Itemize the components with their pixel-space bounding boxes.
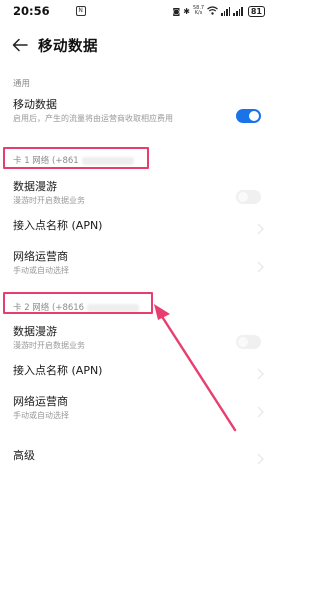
sim2-roaming-title: 数据漫游 bbox=[13, 325, 57, 338]
sim2-apn-title: 接入点名称 (APN) bbox=[13, 364, 103, 377]
sim1-roaming-description: 漫游时开启数据业务 bbox=[13, 196, 85, 205]
advanced-title: 高级 bbox=[13, 449, 35, 462]
sim1-operator-description: 手动或自动选择 bbox=[13, 266, 69, 275]
sim1-roaming-title: 数据漫游 bbox=[13, 180, 57, 193]
bluetooth-icon: ✱ bbox=[183, 6, 190, 16]
advanced-row[interactable]: 高级 bbox=[0, 449, 275, 469]
status-time: 20:56 bbox=[13, 4, 50, 18]
chevron-right-icon bbox=[257, 368, 264, 380]
sim1-roaming-row[interactable]: 数据漫游 漫游时开启数据业务 bbox=[0, 180, 275, 214]
sim1-operator-row[interactable]: 网络运营商 手动或自动选择 bbox=[0, 250, 275, 284]
mobile-data-title: 移动数据 bbox=[13, 98, 57, 111]
sim2-operator-row[interactable]: 网络运营商 手动或自动选择 bbox=[0, 395, 275, 429]
signal-sim2-icon bbox=[233, 6, 243, 16]
sim2-roaming-toggle[interactable] bbox=[236, 335, 261, 349]
page-title: 移动数据 bbox=[38, 38, 98, 55]
sim1-apn-row[interactable]: 接入点名称 (APN) bbox=[0, 219, 275, 239]
section-label-general: 通用 bbox=[13, 79, 31, 89]
highlight-box-sim1 bbox=[3, 147, 149, 169]
wifi-icon bbox=[207, 5, 218, 17]
mobile-data-toggle[interactable] bbox=[236, 109, 261, 123]
highlight-box-sim2 bbox=[3, 292, 153, 314]
network-speed-unit: K/s bbox=[194, 10, 203, 16]
chevron-right-icon bbox=[257, 453, 264, 465]
back-arrow-icon[interactable] bbox=[10, 35, 30, 55]
sim2-operator-title: 网络运营商 bbox=[13, 395, 68, 408]
mobile-data-description: 启用后，产生的流量将由运营商收取相应费用 bbox=[13, 114, 173, 123]
battery-icon: 81 bbox=[247, 5, 265, 17]
alarm-icon: ◙ bbox=[172, 6, 181, 16]
sim1-apn-title: 接入点名称 (APN) bbox=[13, 219, 103, 232]
app-header: 移动数据 bbox=[0, 26, 275, 64]
sim2-roaming-description: 漫游时开启数据业务 bbox=[13, 341, 85, 350]
nfc-icon: N bbox=[75, 6, 86, 16]
signal-sim1-icon bbox=[221, 6, 231, 16]
mobile-data-row[interactable]: 移动数据 启用后，产生的流量将由运营商收取相应费用 bbox=[0, 98, 275, 134]
status-icons: ◙ ✱ 58.7 K/s 81 bbox=[172, 5, 265, 17]
chevron-right-icon bbox=[257, 223, 264, 235]
chevron-right-icon bbox=[257, 406, 264, 418]
sim1-operator-title: 网络运营商 bbox=[13, 250, 68, 263]
sim2-roaming-row[interactable]: 数据漫游 漫游时开启数据业务 bbox=[0, 325, 275, 359]
network-speed: 58.7 K/s bbox=[193, 6, 204, 16]
sim2-apn-row[interactable]: 接入点名称 (APN) bbox=[0, 364, 275, 384]
sim1-roaming-toggle[interactable] bbox=[236, 190, 261, 204]
sim2-operator-description: 手动或自动选择 bbox=[13, 411, 69, 420]
status-bar: 20:56 N ◙ ✱ 58.7 K/s 81 bbox=[0, 0, 275, 22]
chevron-right-icon bbox=[257, 261, 264, 273]
